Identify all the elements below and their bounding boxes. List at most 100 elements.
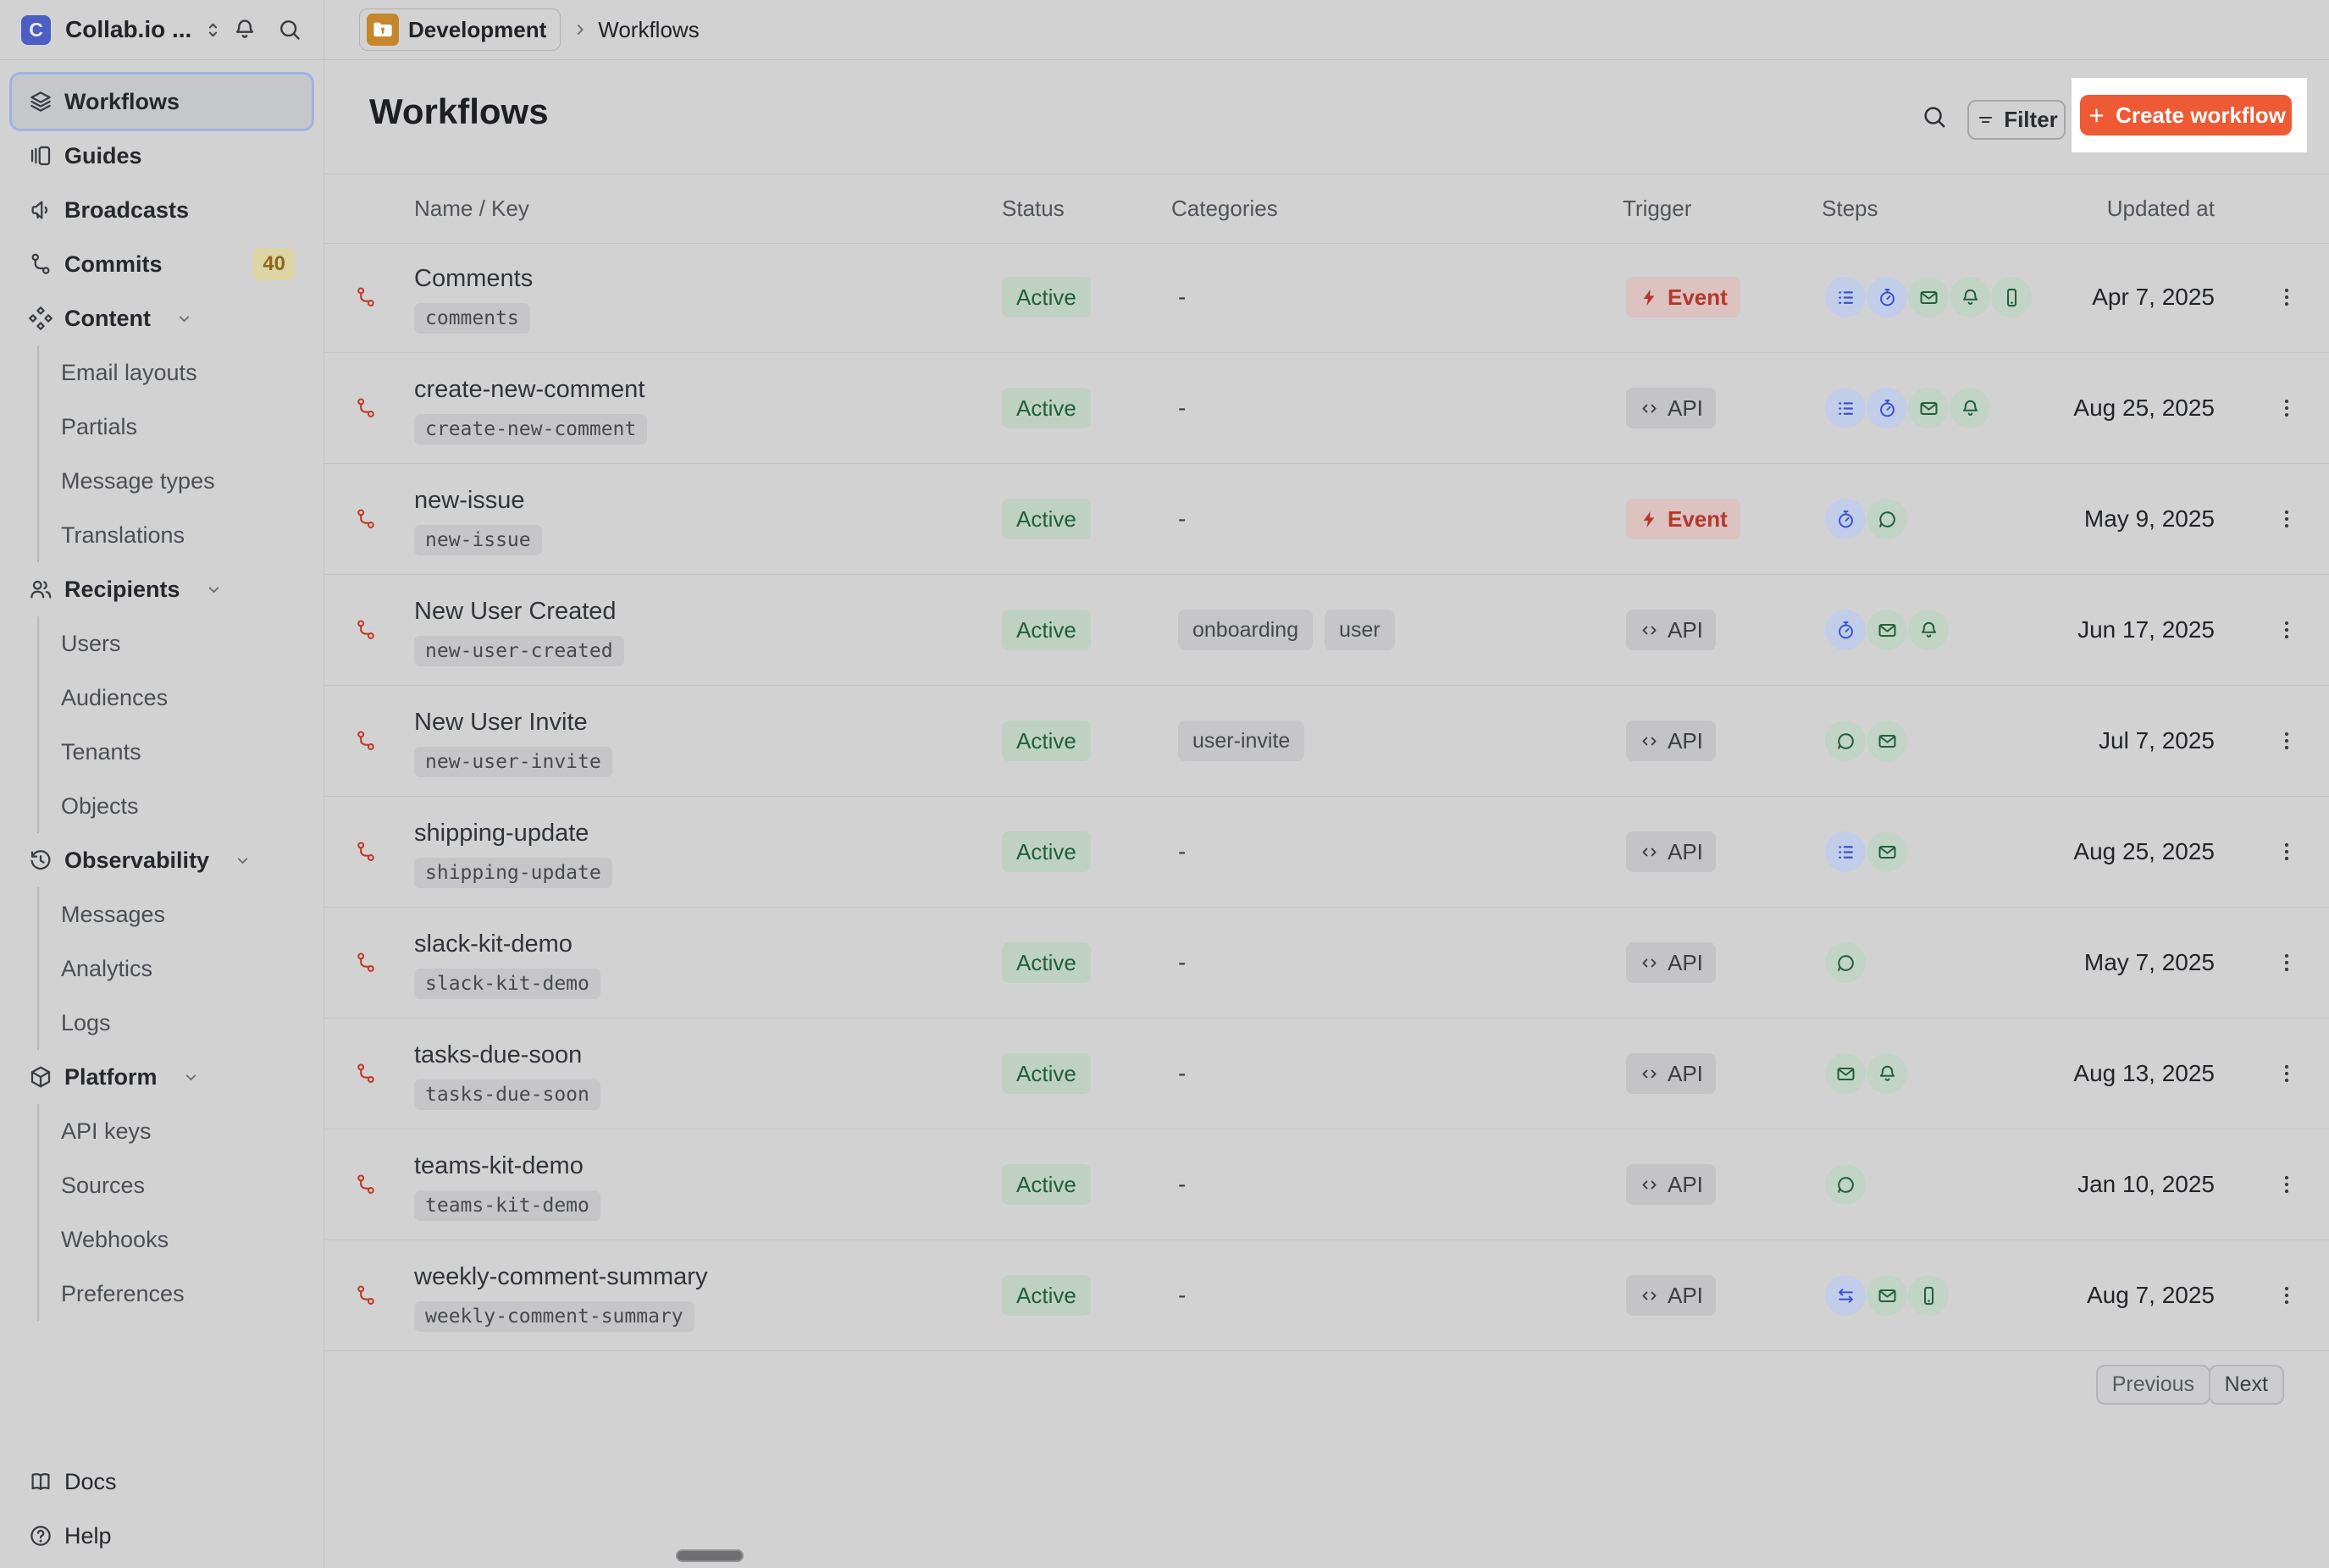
workflow-name-link[interactable]: tasks-due-soon — [414, 1041, 582, 1069]
sidebar-item-workflows[interactable]: Workflows — [12, 75, 312, 129]
sidebar-item-broadcasts[interactable]: Broadcasts — [12, 183, 312, 237]
previous-page-button[interactable]: Previous — [2096, 1365, 2210, 1405]
sidebar-subitem-label: Partials — [61, 414, 137, 440]
guides-icon — [28, 143, 53, 168]
next-page-button[interactable]: Next — [2209, 1365, 2284, 1405]
updated-at-value: Jun 17, 2025 — [2077, 575, 2215, 685]
table-row[interactable]: tasks-due-soontasks-due-soonActive-APIAu… — [324, 1019, 2329, 1129]
sidebar-item-translations[interactable]: Translations — [12, 508, 312, 562]
row-overflow-menu-button[interactable] — [2268, 384, 2305, 432]
notifications-bell-icon[interactable] — [231, 16, 258, 43]
sidebar-item-api-keys[interactable]: API keys — [12, 1104, 312, 1158]
sidebar-item-audiences[interactable]: Audiences — [12, 671, 312, 725]
sidebar-item-logs[interactable]: Logs — [12, 996, 312, 1050]
sidebar-item-commits[interactable]: Commits40 — [12, 237, 312, 291]
sidebar-item-partials[interactable]: Partials — [12, 400, 312, 454]
branch-icon — [28, 251, 53, 277]
code-brackets-icon — [1639, 1285, 1660, 1306]
create-workflow-button[interactable]: Create workflow — [2080, 95, 2292, 135]
table-search-icon[interactable] — [1920, 102, 1949, 131]
sidebar-subitem-label: Email layouts — [61, 360, 197, 386]
create-workflow-label: Create workflow — [2116, 102, 2286, 129]
sidebar-item-help[interactable]: Help — [12, 1509, 312, 1563]
sidebar-item-platform[interactable]: Platform — [12, 1050, 312, 1104]
sidebar-nav: Workflows Guides BroadcastsCommits40Conten… — [12, 75, 312, 1321]
status-badge: Active — [1002, 1275, 1091, 1316]
row-overflow-menu-button[interactable] — [2268, 717, 2305, 765]
table-row[interactable]: new-issuenew-issueActive-EventMay 9, 202… — [324, 464, 2329, 575]
sidebar-item-sources[interactable]: Sources — [12, 1158, 312, 1212]
table-row[interactable]: CommentscommentsActive-EventApr 7, 2025 — [324, 242, 2329, 353]
sidebar-item-guides[interactable]: Guides — [12, 129, 312, 183]
filter-button[interactable]: Filter — [1967, 100, 2066, 140]
sidebar-item-recipients[interactable]: Recipients — [12, 562, 312, 616]
sidebar-item-email-layouts[interactable]: Email layouts — [12, 345, 312, 400]
sidebar-subitem-label: Sources — [61, 1173, 145, 1199]
column-header-updated-at: Updated at — [2107, 174, 2215, 243]
workflow-name-link[interactable]: Comments — [414, 265, 533, 293]
table-row[interactable]: slack-kit-demoslack-kit-demoActive-APIMa… — [324, 908, 2329, 1019]
updated-at-value: Jul 7, 2025 — [2099, 686, 2215, 796]
table-row[interactable]: weekly-comment-summaryweekly-comment-sum… — [324, 1240, 2329, 1351]
steps-cell — [1825, 610, 1950, 650]
updated-at-value: May 7, 2025 — [2084, 908, 2215, 1018]
row-overflow-menu-button[interactable] — [2268, 939, 2305, 986]
workflow-name-link[interactable]: new-issue — [414, 487, 525, 515]
table-row[interactable]: shipping-updateshipping-updateActive-API… — [324, 797, 2329, 908]
row-overflow-menu-button[interactable] — [2268, 495, 2305, 543]
step-stopwatch-icon — [1867, 388, 1907, 428]
sidebar-item-users[interactable]: Users — [12, 616, 312, 671]
sidebar-item-webhooks[interactable]: Webhooks — [12, 1212, 312, 1267]
chevron-down-icon — [180, 1067, 202, 1088]
workflow-icon — [354, 1284, 378, 1307]
sidebar-subitem-label: Message types — [61, 468, 215, 494]
code-brackets-icon — [1639, 842, 1660, 863]
box-icon — [28, 1064, 53, 1090]
row-overflow-menu-button[interactable] — [2268, 1161, 2305, 1208]
highlight-box: Create workflow — [2072, 78, 2307, 152]
workflow-name-link[interactable]: slack-kit-demo — [414, 930, 573, 958]
environment-selector[interactable]: Development — [359, 8, 561, 51]
table-row[interactable]: teams-kit-demoteams-kit-demoActive-APIJa… — [324, 1129, 2329, 1240]
workflow-name-link[interactable]: teams-kit-demo — [414, 1152, 584, 1180]
workflow-key-chip: new-user-created — [414, 636, 624, 666]
workflow-key-chip: teams-kit-demo — [414, 1190, 600, 1221]
row-overflow-menu-button[interactable] — [2268, 1050, 2305, 1097]
workflow-icon — [354, 1062, 378, 1085]
row-overflow-menu-button[interactable] — [2268, 273, 2305, 321]
workflow-name-link[interactable]: New User Created — [414, 598, 617, 626]
horizontal-scrollbar-thumb[interactable] — [676, 1549, 744, 1562]
org-switcher[interactable]: C Collab.io ... — [21, 0, 224, 59]
sidebar-item-tenants[interactable]: Tenants — [12, 725, 312, 779]
table-row[interactable]: New User Invitenew-user-inviteActiveuser… — [324, 686, 2329, 797]
workflow-name-link[interactable]: New User Invite — [414, 709, 588, 737]
sidebar-item-docs[interactable]: Docs — [12, 1455, 312, 1509]
main-content: Workflows Filter Create workflow Name / … — [324, 59, 2329, 1568]
help-icon — [28, 1523, 53, 1549]
trigger-badge-api: API — [1626, 1053, 1716, 1094]
trigger-badge-api: API — [1626, 1275, 1716, 1316]
sidebar-item-observability[interactable]: Observability — [12, 833, 312, 887]
sidebar-item-message-types[interactable]: Message types — [12, 454, 312, 508]
sidebar-item-objects[interactable]: Objects — [12, 779, 312, 833]
workflow-name-link[interactable]: shipping-update — [414, 820, 589, 847]
workflow-name-link[interactable]: create-new-comment — [414, 376, 644, 404]
row-overflow-menu-button[interactable] — [2268, 1272, 2305, 1319]
sidebar-search-icon[interactable] — [276, 16, 303, 43]
step-bell-icon — [1950, 388, 1990, 428]
table-row[interactable]: New User Creatednew-user-createdActiveon… — [324, 575, 2329, 686]
layers-icon — [28, 89, 53, 114]
kebab-menu-icon — [2274, 1058, 2299, 1089]
table-row[interactable]: create-new-commentcreate-new-commentActi… — [324, 353, 2329, 464]
categories-empty-dash: - — [1178, 464, 1186, 574]
workflow-name-link[interactable]: weekly-comment-summary — [414, 1263, 707, 1291]
trigger-badge-api: API — [1626, 831, 1716, 872]
sidebar-item-messages[interactable]: Messages — [12, 887, 312, 941]
row-overflow-menu-button[interactable] — [2268, 828, 2305, 875]
trigger-label: API — [1668, 839, 1703, 865]
sidebar-item-analytics[interactable]: Analytics — [12, 941, 312, 996]
sidebar-item-preferences[interactable]: Preferences — [12, 1267, 312, 1321]
sidebar-item-content[interactable]: Content — [12, 291, 312, 345]
sidebar-item-label: Guides — [64, 143, 142, 169]
row-overflow-menu-button[interactable] — [2268, 606, 2305, 654]
